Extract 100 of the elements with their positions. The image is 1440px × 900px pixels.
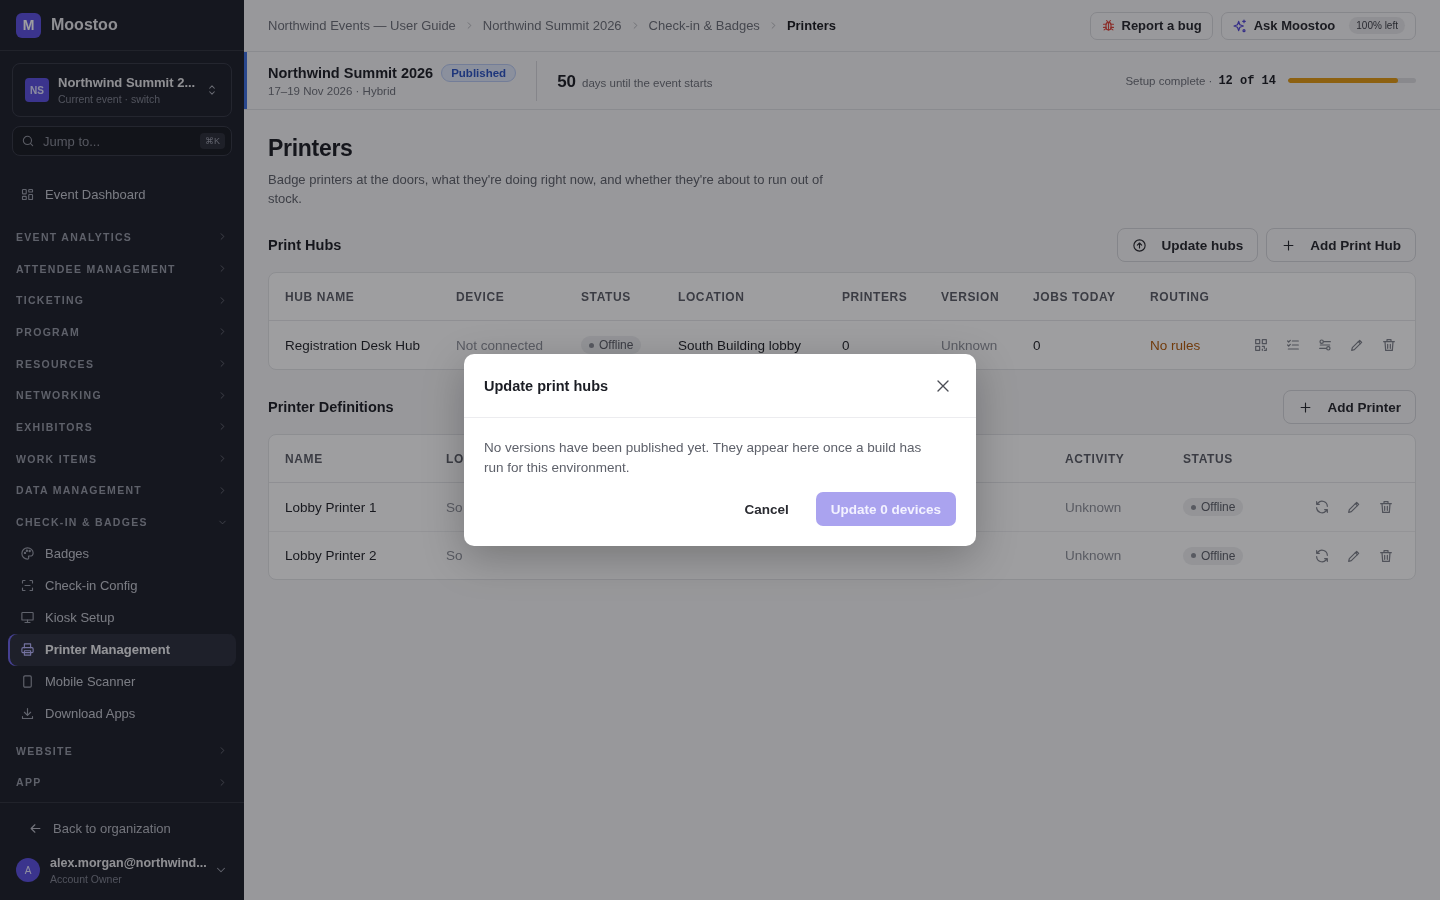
event-switcher[interactable]: NS Northwind Summit 2... Current event · switch [12, 63, 232, 117]
user-role: Account Owner [50, 872, 123, 885]
sidebar-section-header[interactable]: DATA MANAGEMENT [8, 474, 236, 507]
upload-icon [1132, 237, 1148, 253]
app-name: Moostoo [51, 16, 118, 34]
column-header: ROUTING [1150, 289, 1211, 304]
sparkle-icon [1231, 17, 1248, 34]
palette-icon [20, 546, 35, 562]
update-hubs-button[interactable]: Update hubs [1117, 228, 1259, 262]
logo-badge: M [16, 12, 41, 38]
refresh-icon [1314, 547, 1330, 564]
grid-icon [20, 186, 35, 202]
download-icon [20, 706, 35, 722]
jump-search-field[interactable]: Jump to... [41, 132, 194, 150]
qr-code-icon [1253, 337, 1269, 353]
quota-badge: 100% left [1349, 17, 1405, 34]
dialog-title: Update print hubs [484, 377, 609, 394]
back-link[interactable]: Back to organization [16, 817, 228, 839]
column-header: VERSION [941, 289, 1001, 304]
table-cell: So [446, 499, 463, 515]
breadcrumb-link[interactable]: Northwind Summit 2026 [482, 18, 622, 33]
sidebar-item[interactable]: Download Apps [8, 697, 236, 730]
section-title: Print Hubs [268, 237, 342, 253]
sidebar-section-header[interactable]: EXHIBITORS [8, 411, 236, 443]
refresh-icon [1314, 499, 1330, 515]
event-subtitle: Current event · switch [58, 93, 162, 105]
table-cell-text: Lobby Printer 2 [285, 548, 378, 563]
sidebar-section-header[interactable]: TICKETING [8, 284, 236, 317]
setup-count: 12 of 14 [1218, 73, 1276, 88]
status-badge: Offline [1183, 498, 1244, 517]
event-dates: 17–19 Nov 2026 · Hybrid [268, 85, 397, 97]
report-bug-button[interactable]: Report a bug [1089, 11, 1213, 40]
section-title: Printer Definitions [268, 399, 394, 415]
table-cell-text: No rules [1150, 337, 1202, 353]
ask-assistant-button[interactable]: Ask Moostoo 100% left [1220, 11, 1416, 40]
jump-search-box[interactable]: Jump to... ⌘K [12, 126, 232, 156]
user-avatar: A [16, 858, 40, 882]
sidebar-section-header[interactable]: NETWORKING [8, 379, 236, 412]
event-name: Northwind Summit 2... [58, 75, 196, 90]
sidebar-section-header[interactable]: ATTENDEE MANAGEMENT [8, 252, 236, 285]
sidebar-section-header[interactable]: PROGRAM [8, 316, 236, 348]
column-header: STATUS [581, 289, 632, 304]
sidebar-section-header[interactable]: WEBSITE [8, 734, 236, 767]
trash-icon [1381, 337, 1397, 353]
table-cell-text: 0 [842, 337, 851, 353]
column-header: ACTIVITY [1065, 451, 1126, 466]
add-printer-button[interactable]: Add Printer [1283, 390, 1416, 424]
column-header: JOBS TODAY [1033, 289, 1117, 304]
sidebar-section-header[interactable]: RESOURCES [8, 347, 236, 380]
bug-icon [1100, 18, 1116, 33]
sidebar-section-header[interactable]: WORK ITEMS [8, 442, 236, 475]
checklist-icon [1285, 337, 1301, 353]
column-header: HUB NAME [285, 289, 356, 304]
sidebar-item[interactable]: Check-in Config [8, 569, 236, 602]
user-menu[interactable]: A alex.morgan@northwind... Account Owner [16, 850, 228, 890]
sidebar-section-header[interactable]: EVENT ANALYTICS [8, 221, 236, 253]
column-header: LO [446, 451, 465, 466]
column-header: STATUS [1183, 451, 1234, 466]
table-cell-text: Unknown [1065, 548, 1123, 563]
sidebar-item[interactable]: Badges [8, 537, 236, 570]
sidebar-item[interactable]: Kiosk Setup [8, 601, 236, 634]
column-header: DEVICE [456, 289, 506, 304]
phone-icon [20, 674, 35, 690]
status-badge: Offline [581, 336, 642, 355]
dialog-message: No versions have been published yet. They appear here once a build has run for this environment. [483, 439, 923, 477]
column-header: LOCATION [678, 289, 746, 304]
countdown-number: 50 [557, 71, 577, 92]
sliders-icon [1317, 337, 1333, 353]
sidebar-section-header[interactable]: CHECK-IN & BADGES [8, 506, 236, 538]
search-icon [21, 134, 35, 148]
sidebar-section-header[interactable]: APP [8, 766, 236, 799]
trash-icon [1378, 547, 1394, 564]
event-avatar: NS [25, 78, 49, 102]
table-cell-text: Unknown [1065, 499, 1123, 515]
printer-icon [20, 642, 35, 658]
column-header: NAME [285, 451, 324, 466]
breadcrumb-link[interactable]: Check-in & Badges [648, 18, 760, 33]
user-email: alex.morgan@northwind... [50, 855, 204, 870]
breadcrumb-link[interactable]: Northwind Events — User Guide [268, 18, 456, 33]
trash-icon [1378, 499, 1394, 515]
scan-frame-icon [20, 578, 35, 594]
sidebar-item[interactable]: Event Dashboard [8, 178, 236, 210]
table-cell-text: Not connected [456, 337, 545, 353]
sidebar-item[interactable]: Printer Management [8, 633, 236, 666]
sidebar-item[interactable]: Mobile Scanner [8, 665, 236, 698]
table-cell: So [446, 548, 463, 563]
edit-icon [1349, 337, 1365, 353]
page-title: Printers [268, 135, 354, 162]
status-badge: Published [441, 64, 517, 82]
table-cell-text: Lobby Printer 1 [285, 499, 378, 515]
edit-icon [1346, 499, 1362, 515]
monitor-icon [20, 610, 35, 626]
table-cell-text: 0 [1033, 337, 1042, 353]
plus-icon [1298, 399, 1314, 415]
setup-label: Setup complete · [1125, 74, 1213, 87]
cancel-button[interactable]: Cancel [729, 492, 804, 526]
add-button[interactable]: Add Print Hub [1266, 228, 1416, 262]
event-title: Northwind Summit 2026 [268, 65, 434, 81]
table-cell-text: South Building lobby [678, 337, 803, 353]
column-header: PRINTERS [842, 289, 909, 304]
